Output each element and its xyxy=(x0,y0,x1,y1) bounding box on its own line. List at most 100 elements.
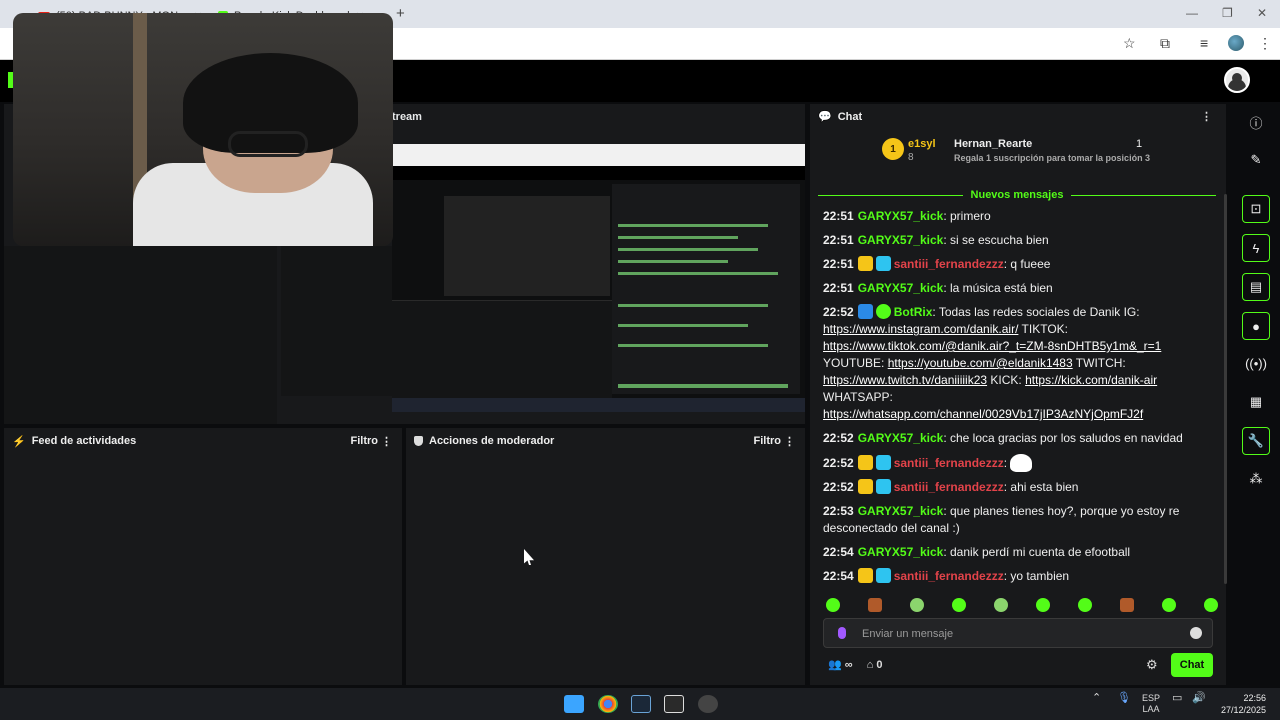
chrome-taskbar-icon[interactable] xyxy=(598,695,618,713)
tray-chevron-icon[interactable]: ⌃ xyxy=(1092,693,1101,704)
minimize-icon[interactable]: — xyxy=(1186,6,1198,20)
screen-icon[interactable]: ⊡ xyxy=(1242,195,1270,223)
lang-line-1: ESP xyxy=(1142,693,1161,703)
stream-preview[interactable] xyxy=(392,144,805,412)
send-chat-button[interactable]: Chat xyxy=(1171,653,1213,677)
activity-feed-title: Feed de actividades xyxy=(31,435,137,447)
wrench-icon[interactable]: 🔧 xyxy=(1242,427,1270,455)
ghost-emote-icon xyxy=(1010,454,1033,472)
bookmark-star-icon[interactable]: ☆ xyxy=(1123,35,1136,52)
share-icon[interactable]: ⁂ xyxy=(1242,465,1270,493)
taskbar-clock[interactable]: 22:56 27/12/2025 xyxy=(1210,692,1266,716)
volume-icon[interactable]: 🔊 xyxy=(1192,693,1206,704)
mic-tray-icon[interactable]: 🎙 xyxy=(1117,693,1131,704)
broadcast-icon[interactable]: ((•)) xyxy=(1242,349,1270,377)
whatsapp-link[interactable]: https://whatsapp.com/channel/0029Vb17jIP… xyxy=(823,407,1143,421)
chat-kebab-icon[interactable]: ⋮ xyxy=(1201,110,1212,123)
feed-kebab-icon[interactable]: ⋮ xyxy=(381,435,392,448)
epic-games-taskbar-icon[interactable] xyxy=(664,695,684,713)
new-tab-button[interactable]: + xyxy=(396,5,405,22)
youtube-link[interactable]: https://youtube.com/@eldanik1483 xyxy=(888,356,1073,370)
chat-title: Chat xyxy=(837,110,863,123)
emoji-picker-icon[interactable] xyxy=(1190,627,1202,639)
windows-start-icon[interactable] xyxy=(564,695,584,713)
kick-link[interactable]: https://kick.com/danik-air xyxy=(1025,373,1157,387)
message-username[interactable]: GARYX57_kick xyxy=(858,545,944,559)
quick-emotes-row xyxy=(826,598,1218,614)
message-username[interactable]: BotRix xyxy=(894,305,933,319)
language-indicator[interactable]: ESP LAA xyxy=(1142,693,1160,715)
chat-scrollbar[interactable] xyxy=(1224,194,1227,584)
emote-icon[interactable] xyxy=(868,598,882,612)
leader-name-2[interactable]: Hernan_Rearte xyxy=(954,138,1032,150)
emote-icon[interactable] xyxy=(826,598,840,612)
steam-taskbar-icon[interactable] xyxy=(631,695,651,713)
maximize-icon[interactable]: ❐ xyxy=(1222,6,1233,20)
chat-message: 22:51 GARYX57_kick: la música está bien xyxy=(823,281,1053,295)
points-counter[interactable]: ⌂ 0 xyxy=(867,659,883,671)
user-avatar[interactable] xyxy=(1224,67,1250,93)
chat-message: 22:54 GARYX57_kick: danik perdí mi cuenta… xyxy=(823,545,1131,559)
message-text: : xyxy=(1003,456,1008,470)
emote-icon[interactable] xyxy=(1162,598,1176,612)
shield-icon xyxy=(414,436,423,446)
emote-icon[interactable] xyxy=(910,598,924,612)
message-username[interactable]: GARYX57_kick xyxy=(858,209,944,223)
chat-message: 22:51 GARYX57_kick: si se escucha bien xyxy=(823,233,1049,247)
leader-name-1[interactable]: e1syl xyxy=(908,138,936,150)
emote-icon[interactable] xyxy=(1036,598,1050,612)
chat-settings-icon[interactable]: ⚙ xyxy=(1146,657,1158,673)
media-icon[interactable]: ≡ xyxy=(1200,35,1208,51)
chat-message-input[interactable] xyxy=(862,625,1182,643)
obs-taskbar-icon[interactable] xyxy=(698,695,718,713)
users-infinity[interactable]: 👥 ∞ xyxy=(828,658,853,671)
chat-message: 22:53 GARYX57_kick: que planes tienes hoy… xyxy=(823,504,1180,535)
message-time: 22:54 xyxy=(823,569,854,583)
emote-icon[interactable] xyxy=(994,598,1008,612)
feed-filter-button[interactable]: Filtro xyxy=(351,435,379,447)
infinity-label: ∞ xyxy=(844,659,853,671)
new-messages-divider[interactable]: Nuevos mensajes xyxy=(818,188,1216,202)
microphone-icon[interactable] xyxy=(838,627,846,639)
menu-kebab-icon[interactable]: ⋮ xyxy=(1258,35,1272,52)
close-window-icon[interactable]: ✕ xyxy=(1257,6,1267,20)
message-username[interactable]: GARYX57_kick xyxy=(858,504,944,518)
emote-icon[interactable] xyxy=(1078,598,1092,612)
tiktok-link[interactable]: https://www.tiktok.com/@danik.air?_t=ZM-… xyxy=(823,339,1161,353)
bolt-rail-icon[interactable]: ϟ xyxy=(1242,234,1270,262)
preview-line xyxy=(618,248,758,251)
emote-icon[interactable] xyxy=(1204,598,1218,612)
message-username[interactable]: GARYX57_kick xyxy=(858,281,944,295)
message-username[interactable]: santiii_fernandezzz xyxy=(894,569,1004,583)
emote-icon[interactable] xyxy=(952,598,966,612)
network-icon[interactable]: ▭ xyxy=(1172,693,1182,704)
extensions-icon[interactable]: ⧉ xyxy=(1160,35,1170,52)
chat-message-list[interactable]: 22:51 GARYX57_kick: primero 22:51 GARYX57_… xyxy=(823,208,1213,592)
twitch-link[interactable]: https://www.twitch.tv/daniiiiik23 xyxy=(823,373,987,387)
chat-input-box[interactable] xyxy=(823,618,1213,648)
chat-bubble-icon: 💬 xyxy=(818,111,832,123)
mod-kebab-icon[interactable]: ⋮ xyxy=(784,435,795,448)
chat-rail-icon[interactable]: ● xyxy=(1242,312,1270,340)
message-text: la música está bien xyxy=(949,281,1053,295)
mod-filter-button[interactable]: Filtro xyxy=(754,435,782,447)
message-text: KICK: xyxy=(990,373,1022,387)
instagram-link[interactable]: https://www.instagram.com/danik.air/ xyxy=(823,322,1018,336)
message-username[interactable]: GARYX57_kick xyxy=(858,431,944,445)
message-username[interactable]: GARYX57_kick xyxy=(858,233,944,247)
preview-chat xyxy=(612,184,800,394)
message-username[interactable]: santiii_fernandezzz xyxy=(894,456,1004,470)
edit-icon[interactable]: ✎ xyxy=(1242,146,1270,174)
info-icon[interactable]: ⓘ xyxy=(1242,108,1270,136)
message-username[interactable]: santiii_fernandezzz xyxy=(894,257,1004,271)
profile-avatar[interactable] xyxy=(1228,35,1244,51)
message-time: 22:51 xyxy=(823,233,854,247)
mod-actions-header: Acciones de moderador Filtro ⋮ xyxy=(406,428,805,454)
message-time: 22:52 xyxy=(823,480,854,494)
clock-time: 22:56 xyxy=(1243,693,1266,703)
message-username[interactable]: santiii_fernandezzz xyxy=(894,480,1004,494)
preview-line xyxy=(618,224,768,227)
document-icon[interactable]: ▤ xyxy=(1242,273,1270,301)
layout-icon[interactable]: ▦ xyxy=(1242,388,1270,416)
emote-icon[interactable] xyxy=(1120,598,1134,612)
